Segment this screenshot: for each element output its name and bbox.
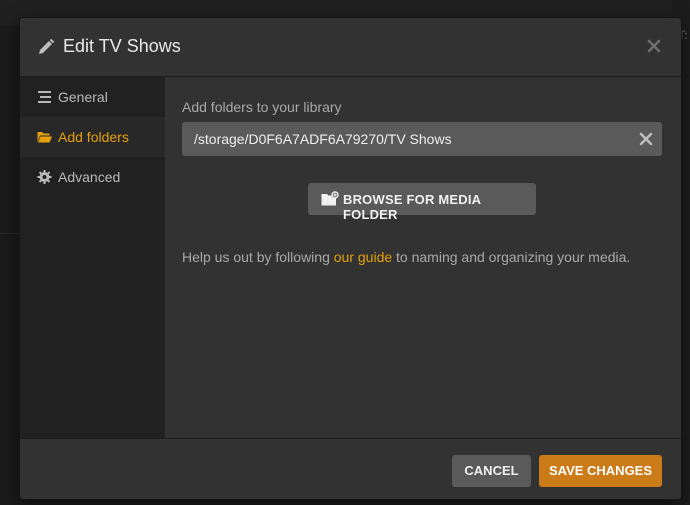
naming-guide-link[interactable]: our guide [334, 249, 392, 265]
sidebar-item-advanced[interactable]: Advanced [20, 157, 165, 197]
sidebar-item-add-folders[interactable]: Add folders [20, 117, 165, 157]
clear-path-icon[interactable] [639, 132, 653, 146]
help-suffix: to naming and organizing your media. [392, 249, 631, 265]
browse-media-folder-button[interactable]: BROWSE FOR MEDIA FOLDER [308, 183, 536, 222]
dialog-sidebar: General Add folders Advanced [20, 77, 165, 438]
sidebar-item-label: Advanced [58, 169, 121, 185]
sidebar-item-label: General [58, 89, 108, 105]
gear-icon [37, 170, 52, 184]
sidebar-item-label: Add folders [58, 129, 129, 145]
folder-open-icon [37, 132, 52, 143]
pencil-icon [39, 38, 55, 54]
cancel-button[interactable]: CANCEL [452, 455, 531, 487]
folder-add-icon [321, 191, 339, 206]
save-changes-button[interactable]: SAVE CHANGES [539, 455, 662, 487]
naming-help-text: Help us out by following our guide to na… [182, 249, 630, 265]
help-prefix: Help us out by following [182, 249, 334, 265]
list-icon [38, 91, 51, 103]
dialog-title: Edit TV Shows [63, 36, 181, 56]
dialog-header: Edit TV Shows [20, 18, 681, 77]
add-folders-panel: Add folders to your library BROWSE FOR M… [165, 77, 681, 438]
folders-field-label: Add folders to your library [182, 99, 342, 115]
folder-path-input[interactable] [182, 122, 632, 156]
browse-button-label: BROWSE FOR MEDIA FOLDER [343, 192, 481, 222]
folder-path-field[interactable] [182, 122, 662, 156]
close-icon[interactable] [646, 38, 662, 54]
edit-library-dialog: Edit TV Shows General Add folders Advanc… [20, 18, 681, 499]
dialog-footer: CANCEL SAVE CHANGES [20, 438, 681, 499]
sidebar-item-general[interactable]: General [20, 77, 165, 117]
background-divider [0, 233, 20, 234]
